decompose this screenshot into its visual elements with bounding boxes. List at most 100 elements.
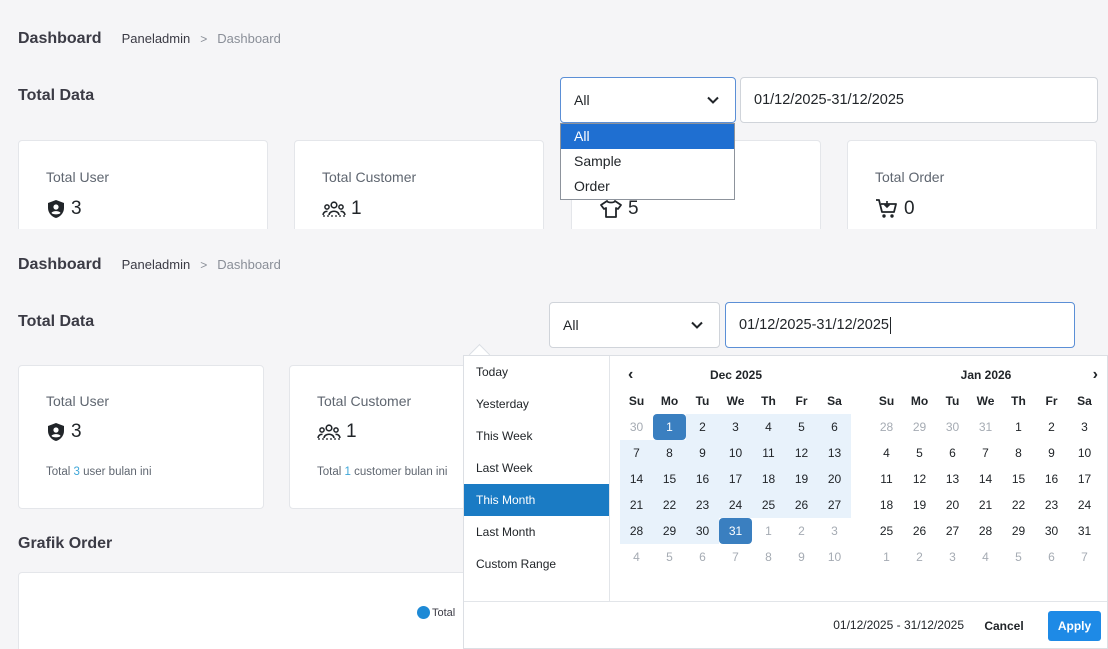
calendar-day[interactable]: 31 [969,414,1002,440]
calendar-day[interactable]: 9 [1035,440,1068,466]
calendar-day[interactable]: 4 [620,544,653,570]
range-last-month[interactable]: Last Month [464,516,609,548]
calendar-day[interactable]: 2 [1035,414,1068,440]
calendar-day[interactable]: 16 [1035,466,1068,492]
calendar-day[interactable]: 4 [870,440,903,466]
calendar-day[interactable]: 5 [785,414,818,440]
calendar-day[interactable]: 31 [1068,518,1101,544]
calendar-day[interactable]: 6 [686,544,719,570]
calendar-day[interactable]: 20 [936,492,969,518]
calendar-day[interactable]: 27 [818,492,851,518]
calendar-day[interactable]: 3 [719,414,752,440]
calendar-day[interactable]: 5 [653,544,686,570]
calendar-day[interactable]: 28 [969,518,1002,544]
calendar-day[interactable]: 7 [719,544,752,570]
calendar-day[interactable]: 30 [620,414,653,440]
calendar-day[interactable]: 15 [1002,466,1035,492]
breadcrumb-paneladmin[interactable]: Paneladmin [122,257,191,272]
calendar-day[interactable]: 18 [870,492,903,518]
calendar-day[interactable]: 19 [903,492,936,518]
calendar-day[interactable]: 8 [653,440,686,466]
calendar-day[interactable]: 10 [719,440,752,466]
calendar-day[interactable]: 29 [653,518,686,544]
calendar-day[interactable]: 3 [936,544,969,570]
calendar-day[interactable]: 16 [686,466,719,492]
calendar-day[interactable]: 14 [620,466,653,492]
filter-select[interactable]: All [560,77,736,123]
calendar-day[interactable]: 9 [686,440,719,466]
calendar-day[interactable]: 21 [969,492,1002,518]
calendar-day[interactable]: 30 [1035,518,1068,544]
calendar-day[interactable]: 22 [653,492,686,518]
calendar-day[interactable]: 23 [686,492,719,518]
calendar-day[interactable]: 29 [1002,518,1035,544]
calendar-day[interactable]: 14 [969,466,1002,492]
filter-option-sample[interactable]: Sample [561,149,734,174]
calendar-day[interactable]: 4 [969,544,1002,570]
range-today[interactable]: Today [464,356,609,388]
date-range-input[interactable]: 01/12/2025-31/12/2025 [725,302,1075,348]
calendar-day[interactable]: 17 [1068,466,1101,492]
date-range-input[interactable]: 01/12/2025-31/12/2025 [740,77,1098,123]
range-last-week[interactable]: Last Week [464,452,609,484]
calendar-day[interactable]: 1 [1002,414,1035,440]
calendar-day[interactable]: 19 [785,466,818,492]
calendar-day[interactable]: 29 [903,414,936,440]
calendar-day[interactable]: 10 [818,544,851,570]
range-custom[interactable]: Custom Range [464,548,609,580]
calendar-day[interactable]: 12 [903,466,936,492]
calendar-day[interactable]: 27 [936,518,969,544]
calendar-day[interactable]: 11 [870,466,903,492]
calendar-day[interactable]: 28 [870,414,903,440]
calendar-day[interactable]: 7 [969,440,1002,466]
breadcrumb-paneladmin[interactable]: Paneladmin [122,31,191,46]
calendar-day[interactable]: 5 [1002,544,1035,570]
calendar-day[interactable]: 17 [719,466,752,492]
calendar-day[interactable]: 11 [752,440,785,466]
calendar-day[interactable]: 24 [719,492,752,518]
calendar-day[interactable]: 24 [1068,492,1101,518]
calendar-day[interactable]: 2 [785,518,818,544]
calendar-day[interactable]: 8 [752,544,785,570]
calendar-day[interactable]: 25 [752,492,785,518]
calendar-day[interactable]: 12 [785,440,818,466]
calendar-day[interactable]: 1 [653,414,686,440]
range-this-week[interactable]: This Week [464,420,609,452]
calendar-day[interactable]: 9 [785,544,818,570]
filter-option-all[interactable]: All [561,124,734,149]
calendar-day[interactable]: 2 [686,414,719,440]
calendar-day[interactable]: 21 [620,492,653,518]
chevron-right-icon[interactable]: › [1093,366,1098,384]
calendar-day[interactable]: 13 [818,440,851,466]
calendar-day[interactable]: 25 [870,518,903,544]
calendar-day[interactable]: 15 [653,466,686,492]
cancel-button[interactable]: Cancel [977,611,1031,641]
calendar-day[interactable]: 28 [620,518,653,544]
filter-option-order[interactable]: Order [561,174,734,199]
calendar-day[interactable]: 30 [936,414,969,440]
calendar-day[interactable]: 30 [686,518,719,544]
calendar-day[interactable]: 26 [785,492,818,518]
range-this-month[interactable]: This Month [464,484,609,516]
calendar-day[interactable]: 10 [1068,440,1101,466]
chart-legend[interactable]: Total [417,606,455,619]
range-yesterday[interactable]: Yesterday [464,388,609,420]
apply-button[interactable]: Apply [1048,611,1101,641]
calendar-day[interactable]: 31 [719,518,752,544]
filter-select[interactable]: All [549,302,720,348]
calendar-day[interactable]: 1 [752,518,785,544]
calendar-day[interactable]: 3 [818,518,851,544]
calendar-day[interactable]: 8 [1002,440,1035,466]
calendar-day[interactable]: 23 [1035,492,1068,518]
calendar-day[interactable]: 4 [752,414,785,440]
calendar-day[interactable]: 7 [620,440,653,466]
calendar-day[interactable]: 26 [903,518,936,544]
calendar-day[interactable]: 6 [818,414,851,440]
calendar-day[interactable]: 3 [1068,414,1101,440]
calendar-day[interactable]: 6 [1035,544,1068,570]
calendar-day[interactable]: 6 [936,440,969,466]
calendar-day[interactable]: 20 [818,466,851,492]
calendar-day[interactable]: 1 [870,544,903,570]
calendar-day[interactable]: 18 [752,466,785,492]
calendar-day[interactable]: 7 [1068,544,1101,570]
